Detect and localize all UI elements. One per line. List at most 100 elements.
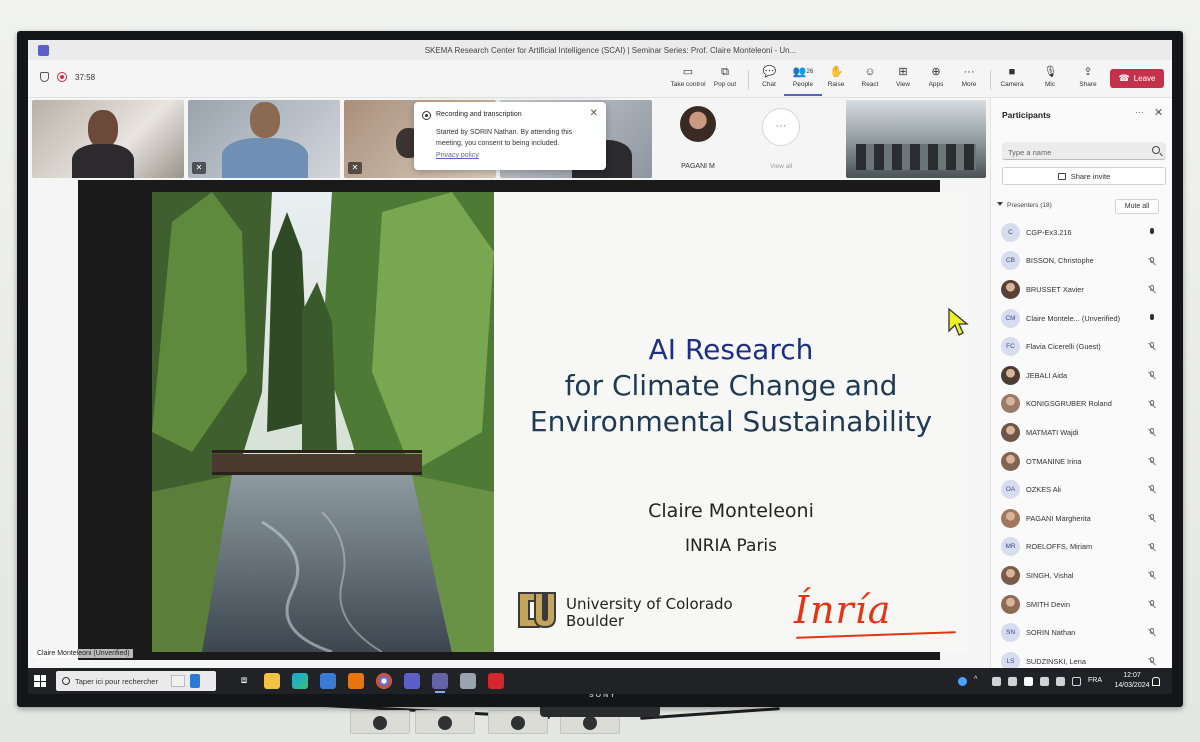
ellipsis-icon[interactable]: ··· [1135,107,1144,117]
mic-off-icon[interactable] [1148,513,1156,523]
recording-icon [422,111,431,120]
share-invite-button[interactable]: Share invite [1002,167,1166,185]
tile-name: PAGANI M [681,163,715,170]
participant-row[interactable]: BRUSSET Xavier [991,275,1172,304]
teams-taskbar-icon[interactable] [404,673,420,689]
privacy-policy-link[interactable]: Privacy policy [436,152,479,159]
raise-hand-button[interactable]: ✋ Raise [817,66,855,88]
monitor-icon: ▭ [682,66,694,78]
acrobat-icon[interactable] [488,673,504,689]
participant-row[interactable]: MR ROELOFFS, Miriam [991,533,1172,562]
toolbar-divider [990,70,991,90]
pop-out-button[interactable]: ⧉ Pop out [706,66,744,88]
participant-row[interactable]: CM Claire Montele... (Unverified) [991,304,1172,333]
chrome-icon[interactable] [376,673,392,689]
hand-icon: ✋ [829,66,844,78]
more-button[interactable]: ··· More [950,66,988,88]
mic-off-icon[interactable] [1148,256,1156,266]
video-tile-room[interactable] [846,100,986,178]
participants-panel: Participants ··· ✕ Share invite Presente… [990,98,1172,671]
participant-row[interactable]: SINGH, Vishal [991,561,1172,590]
mic-off-icon[interactable] [1148,656,1156,666]
participant-row[interactable]: JEBALI Aida [991,361,1172,390]
mic-button[interactable]: 🎙 Mic [1031,66,1069,88]
mic-off-icon[interactable] [1148,285,1156,294]
mic-off-icon[interactable] [1148,342,1156,351]
mic-off-icon[interactable] [1148,628,1156,637]
weather-icon[interactable] [958,677,967,686]
participant-row[interactable]: CB BISSON, Christophe [991,247,1172,276]
leave-button[interactable]: ☎ Leave [1110,69,1164,88]
share-button[interactable]: ⇪ Share [1069,66,1107,88]
presenters-label[interactable]: Presenters (18) [1007,202,1052,209]
shield-icon[interactable] [40,72,49,82]
mail-icon[interactable] [320,673,336,689]
camera-app-icon[interactable] [460,673,476,689]
file-explorer-icon[interactable] [264,673,280,689]
mic-off-icon[interactable] [1148,485,1156,494]
mic-off-icon[interactable] [1148,456,1156,466]
video-tile-pagani[interactable]: PAGANI M [658,100,738,178]
close-icon[interactable]: ✕ [590,108,598,119]
view-all-tile[interactable]: ··· View all [750,100,812,178]
take-control-button[interactable]: ▭ Take control [669,66,707,88]
window-title: SKEMA Research Center for Artificial Int… [424,45,797,55]
notification-icon[interactable] [1152,677,1160,686]
participant-search [1002,142,1166,162]
participant-row[interactable]: OTMANINE Irina [991,447,1172,476]
avatar [1001,394,1020,414]
edge-icon[interactable] [292,673,308,689]
teams-meeting-taskbar-icon[interactable] [432,673,448,693]
participant-row[interactable]: MATMATI Wajdi [991,418,1172,447]
participant-row[interactable]: PAGANI Margherita [991,504,1172,533]
language-indicator[interactable]: FRA [1088,677,1102,684]
avatar [1001,422,1020,442]
participant-name: KONIGSGRUBER Roland [1026,399,1112,409]
participant-row[interactable]: C CGP-Ex3.216 [991,218,1172,247]
clock-date: 14/03/2024 [1114,682,1150,689]
network-icon[interactable] [1040,677,1049,686]
video-tile[interactable]: ✕ [188,100,340,178]
video-tile-speaker[interactable] [32,100,184,178]
display-icon[interactable] [1072,677,1081,686]
participant-row[interactable]: SN SORIN Nathan [991,618,1172,647]
mic-off-icon[interactable] [1148,428,1156,437]
windows-start-icon[interactable] [34,675,46,687]
mic-off-icon[interactable] [1148,571,1156,580]
vlc-icon[interactable] [348,673,364,689]
person-silhouette [222,138,308,178]
apps-label: Apps [928,81,944,88]
mic-off-icon[interactable] [1148,542,1156,552]
onedrive-icon[interactable] [992,677,1001,686]
participant-name: Claire Montele... (Unverified) [1026,313,1121,323]
search-icon[interactable] [1152,146,1160,154]
pop-out-label: Pop out [713,81,737,88]
microphone-tray-icon[interactable] [1024,677,1033,686]
slide-author: Claire Monteleoni [648,500,814,522]
clock[interactable]: 12:07 14/03/2024 [1114,671,1150,691]
mic-off-icon[interactable] [1148,370,1156,380]
participant-row[interactable]: OA OZKES Ali [991,475,1172,504]
cloud-icon[interactable] [1008,677,1017,686]
camera-button[interactable]: ■ Camera [993,66,1031,88]
mic-off-icon[interactable] [1148,399,1156,409]
participant-name: BRUSSET Xavier [1026,284,1084,294]
volume-icon[interactable] [1056,677,1065,686]
mute-all-button[interactable]: Mute all [1115,199,1159,214]
leave-label: Leave [1133,74,1156,83]
chevron-up-icon[interactable]: ^ [974,676,977,683]
chevron-down-icon[interactable] [997,202,1003,206]
mic-off-icon[interactable] [1148,599,1156,609]
participant-row[interactable]: SMITH Devin [991,590,1172,619]
task-view-icon[interactable]: ⧈ [236,673,252,689]
meeting-status: 37:58 [40,72,95,82]
participant-search-input[interactable] [1002,143,1142,162]
taskbar-search[interactable]: Taper ici pour rechercher [56,671,216,691]
microphone-icon[interactable] [1148,228,1156,237]
chat-button[interactable]: 💬 Chat [750,66,788,88]
microphone-icon[interactable] [1148,313,1156,323]
avatar: SN [1001,623,1020,643]
participant-row[interactable]: FC Flavia Cicerelli (Guest) [991,332,1172,361]
close-icon[interactable]: ✕ [1154,106,1163,119]
participant-row[interactable]: KONIGSGRUBER Roland [991,390,1172,419]
